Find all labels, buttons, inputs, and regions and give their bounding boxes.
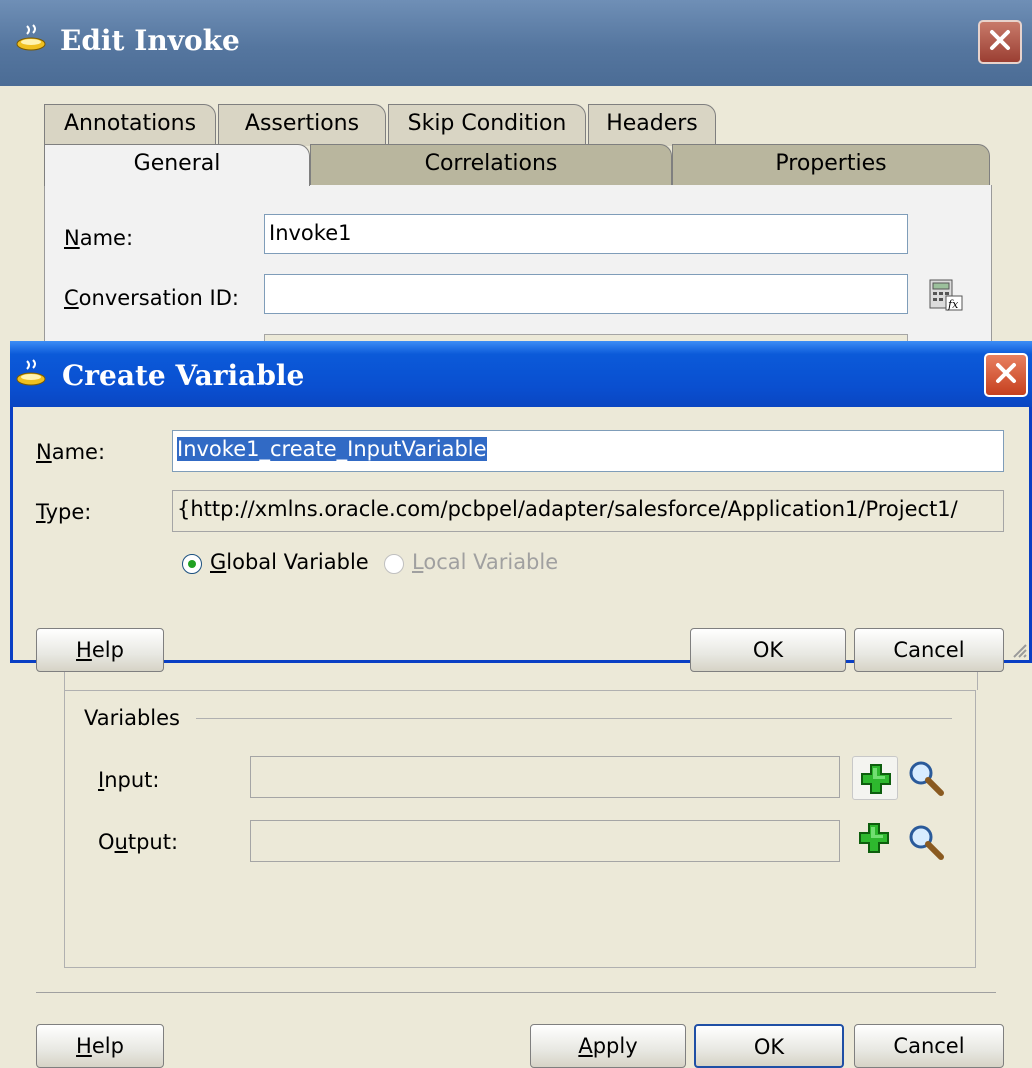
local-variable-radio [384, 554, 404, 574]
green-plus-icon[interactable] [858, 822, 890, 859]
tab-skip-condition[interactable]: Skip Condition [388, 104, 586, 146]
tab-label: Annotations [63, 111, 197, 136]
outer-ok-button[interactable]: OK [694, 1024, 844, 1068]
name-label: Name: [64, 226, 134, 250]
expression-builder-icon[interactable]: fx [928, 278, 964, 317]
input-label: Input: [98, 768, 160, 792]
variables-divider [196, 718, 952, 719]
conversation-id-field[interactable] [264, 274, 908, 314]
green-plus-icon [861, 764, 891, 794]
close-x-icon [993, 360, 1019, 391]
global-variable-radio[interactable] [182, 554, 202, 574]
conversation-id-label: Conversation ID: [64, 286, 239, 310]
variable-type-field: {http://xmlns.oracle.com/pcbpel/adapter/… [172, 490, 1004, 532]
tab-label: Skip Condition [407, 111, 567, 136]
apply-button[interactable]: Apply [530, 1024, 686, 1068]
variables-section-label: Variables [84, 706, 192, 730]
input-variable-field[interactable] [250, 756, 840, 798]
apply-button-label: Apply [578, 1034, 638, 1058]
inner-help-button[interactable]: Help [36, 628, 164, 672]
inner-title-bar[interactable]: Create Variable [10, 341, 1032, 407]
outer-help-button[interactable]: Help [36, 1024, 164, 1068]
add-input-variable-button[interactable] [852, 756, 898, 800]
general-tab-panel [44, 185, 992, 346]
footer-separator [36, 992, 996, 993]
inner-cancel-button[interactable]: Cancel [854, 628, 1004, 672]
tab-label: General [133, 151, 221, 176]
outer-cancel-button[interactable]: Cancel [854, 1024, 1004, 1068]
name-field[interactable]: Invoke1 [264, 214, 908, 254]
tab-annotations[interactable]: Annotations [44, 104, 216, 146]
inner-ok-button[interactable]: OK [690, 628, 846, 672]
magnifier-icon[interactable] [906, 822, 946, 867]
tab-assertions[interactable]: Assertions [218, 104, 386, 146]
tab-label: Properties [775, 151, 887, 176]
outer-title-bar[interactable]: Edit Invoke [0, 0, 1032, 86]
coffee-cup-icon [14, 22, 48, 61]
tab-label: Headers [606, 111, 698, 136]
close-x-icon [987, 27, 1013, 58]
tab-label: Correlations [424, 151, 558, 176]
help-button-label: Help [76, 1034, 124, 1058]
tab-headers[interactable]: Headers [588, 104, 716, 146]
variable-name-label: Name: [36, 440, 106, 464]
tab-label: Assertions [244, 111, 360, 136]
variable-type-label: Type: [36, 500, 92, 524]
tab-general[interactable]: General [44, 144, 310, 186]
magnifier-icon[interactable] [906, 758, 946, 803]
resize-grip-icon[interactable] [1010, 640, 1028, 664]
output-variable-field[interactable] [250, 820, 840, 862]
outer-dialog-title: Edit Invoke [60, 24, 240, 57]
inner-close-button[interactable] [984, 353, 1028, 397]
local-variable-label: Local Variable [412, 550, 559, 574]
coffee-cup-icon [14, 357, 48, 396]
variable-name-value: Invoke1_create_InputVariable [177, 437, 487, 461]
global-variable-label[interactable]: Global Variable [210, 550, 369, 574]
outer-close-button[interactable] [978, 20, 1022, 64]
tab-correlations[interactable]: Correlations [310, 144, 672, 186]
tab-properties[interactable]: Properties [672, 144, 990, 186]
variable-name-field[interactable]: Invoke1_create_InputVariable [172, 430, 1004, 472]
help-button-label: Help [76, 638, 124, 662]
inner-dialog-title: Create Variable [62, 359, 305, 392]
svg-text:fx: fx [947, 298, 959, 311]
output-label: Output: [98, 830, 179, 854]
